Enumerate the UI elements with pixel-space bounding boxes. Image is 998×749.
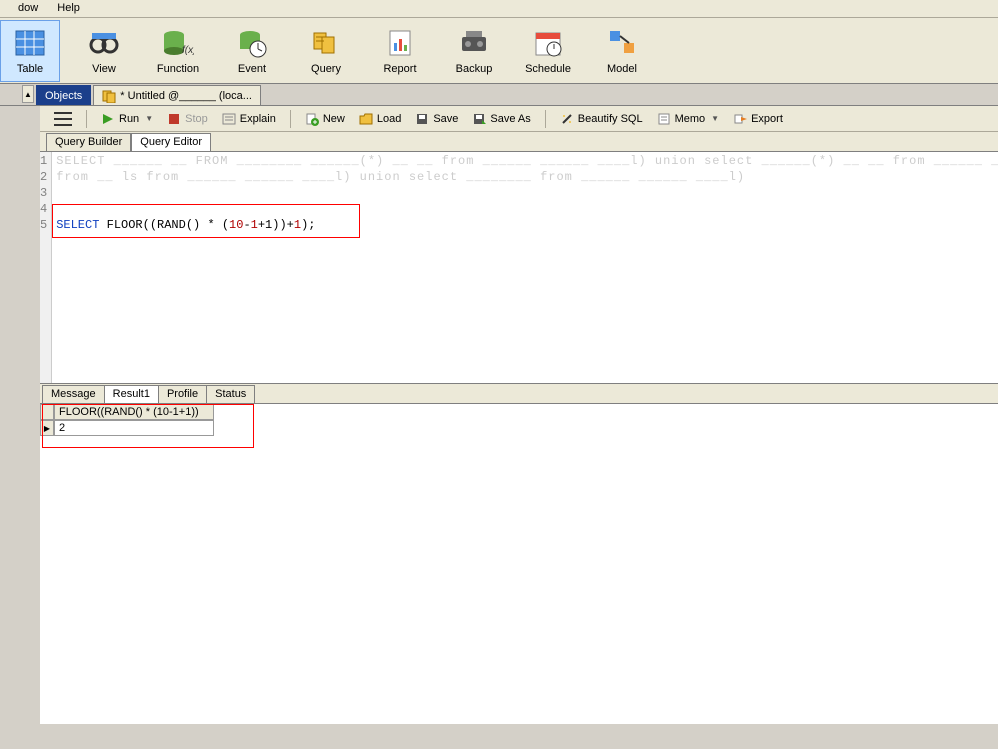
beautify-button[interactable]: Beautify SQL	[556, 110, 647, 128]
toolbar-report[interactable]: Report	[370, 20, 430, 82]
grid-corner	[40, 404, 54, 420]
memo-label: Memo	[675, 113, 706, 125]
menubar: Win dow Help	[0, 0, 998, 18]
grid-column-header[interactable]: FLOOR((RAND() * (10-1+1))	[54, 404, 214, 420]
query-tab-icon	[102, 89, 116, 103]
result-grid: FLOOR((RAND() * (10-1+1)) ▶ 2	[40, 404, 998, 724]
grid-row[interactable]: ▶ 2	[40, 420, 998, 436]
export-label: Export	[751, 113, 783, 125]
stop-label: Stop	[185, 113, 208, 125]
new-label: New	[323, 113, 345, 125]
query-icon	[310, 27, 342, 59]
save-label: Save	[433, 113, 458, 125]
query-subtabs: Query Builder Query Editor	[40, 132, 998, 152]
code-line-4	[56, 202, 998, 218]
tab-query-editor[interactable]: Query Editor	[131, 133, 211, 151]
toolbar-function[interactable]: f(x) Function	[148, 20, 208, 82]
explain-button[interactable]: Explain	[218, 110, 280, 128]
stop-button[interactable]: Stop	[163, 110, 212, 128]
wand-icon	[560, 112, 574, 126]
memo-button[interactable]: Memo▼	[653, 110, 723, 128]
toolbar-query-label: Query	[311, 63, 341, 75]
tab-untitled-label: * Untitled @______ (loca...	[120, 90, 252, 102]
model-icon	[606, 27, 638, 59]
tab-untitled-query[interactable]: * Untitled @______ (loca...	[93, 85, 261, 105]
toolbar-report-label: Report	[383, 63, 416, 75]
toolbar-schedule-label: Schedule	[525, 63, 571, 75]
new-button[interactable]: New	[301, 110, 349, 128]
sql-editor[interactable]: 1 2 3 4 5 SELECT ______ __ FROM ________…	[40, 152, 998, 384]
main-toolbar: Table View f(x) Function Event Query Rep…	[0, 18, 998, 84]
backup-icon	[458, 27, 490, 59]
toolbar-schedule[interactable]: Schedule	[518, 20, 578, 82]
save-button[interactable]: Save	[411, 110, 462, 128]
toolbar-function-label: Function	[157, 63, 199, 75]
row-indicator-icon: ▶	[40, 420, 54, 436]
toolbar-event[interactable]: Event	[222, 20, 282, 82]
tab-objects-label: Objects	[45, 90, 82, 102]
tab-profile[interactable]: Profile	[158, 385, 207, 403]
toolbar-table[interactable]: Table	[0, 20, 60, 82]
hamburger-button[interactable]	[50, 110, 76, 128]
toolbar-view[interactable]: View	[74, 20, 134, 82]
toolbar-model[interactable]: Model	[592, 20, 652, 82]
play-icon	[101, 112, 115, 126]
load-button[interactable]: Load	[355, 110, 405, 128]
toolbar-view-label: View	[92, 63, 116, 75]
code-line-1: SELECT ______ __ FROM ________ ______(*)…	[56, 154, 998, 170]
tab-status[interactable]: Status	[206, 385, 255, 403]
folder-open-icon	[359, 112, 373, 126]
code-area[interactable]: SELECT ______ __ FROM ________ ______(*)…	[52, 152, 998, 383]
result-tabs: Message Result1 Profile Status	[40, 384, 998, 404]
report-icon	[384, 27, 416, 59]
function-icon: f(x)	[162, 27, 194, 59]
run-button[interactable]: Run▼	[97, 110, 157, 128]
toolbar-query[interactable]: Query	[296, 20, 356, 82]
saveas-label: Save As	[490, 113, 530, 125]
saveas-icon	[472, 112, 486, 126]
event-icon	[236, 27, 268, 59]
tab-query-builder[interactable]: Query Builder	[46, 133, 131, 151]
code-line-3	[56, 186, 998, 202]
toolbar-model-label: Model	[607, 63, 637, 75]
explain-icon	[222, 112, 236, 126]
save-icon	[415, 112, 429, 126]
toolbar-backup[interactable]: Backup	[444, 20, 504, 82]
query-toolbar: Run▼ Stop Explain New Load Save Save As	[40, 106, 998, 132]
tab-objects[interactable]: Objects	[36, 85, 91, 105]
table-icon	[14, 27, 46, 59]
run-label: Run	[119, 113, 139, 125]
line-gutter: 1 2 3 4 5	[40, 152, 52, 383]
stop-icon	[167, 112, 181, 126]
memo-icon	[657, 112, 671, 126]
saveas-button[interactable]: Save As	[468, 110, 534, 128]
document-tabs: ▲ Objects * Untitled @______ (loca...	[0, 84, 998, 106]
menu-window[interactable]: dow	[10, 0, 46, 16]
svg-text:f(x): f(x)	[182, 45, 194, 56]
menu-help[interactable]: Help	[49, 0, 88, 16]
schedule-icon	[532, 27, 564, 59]
view-icon	[88, 27, 120, 59]
beautify-label: Beautify SQL	[578, 113, 643, 125]
export-button[interactable]: Export	[729, 110, 787, 128]
toolbar-table-label: Table	[17, 63, 43, 75]
new-icon	[305, 112, 319, 126]
tab-message[interactable]: Message	[42, 385, 105, 403]
toolbar-backup-label: Backup	[456, 63, 493, 75]
export-icon	[733, 112, 747, 126]
explain-label: Explain	[240, 113, 276, 125]
load-label: Load	[377, 113, 401, 125]
tab-result1[interactable]: Result1	[104, 385, 159, 403]
grid-cell-value[interactable]: 2	[54, 420, 214, 436]
toolbar-event-label: Event	[238, 63, 266, 75]
code-line-5: SELECT FLOOR((RAND() * (10-1+1))+1);	[56, 218, 998, 234]
tabs-scroll-up[interactable]: ▲	[22, 85, 34, 103]
code-line-2: from __ ls from ______ ______ ____l) uni…	[56, 170, 998, 186]
